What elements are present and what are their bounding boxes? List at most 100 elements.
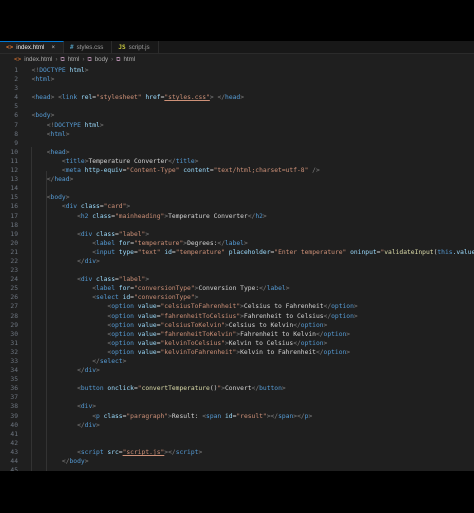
- tab-styles-css[interactable]: # styles.css: [64, 41, 113, 53]
- code-token: id: [221, 412, 233, 420]
- code-line[interactable]: 5: [0, 102, 474, 111]
- css-file-icon: #: [69, 43, 74, 51]
- code-line[interactable]: 33 </select>: [0, 357, 474, 366]
- line-content: [24, 466, 474, 471]
- code-token: Fahrenheit to Kelvin: [240, 330, 316, 338]
- line-number: 16: [10, 203, 18, 211]
- code-line[interactable]: 27 <option value="celsiusToFahrenheit">C…: [0, 302, 474, 311]
- code-token: option: [300, 339, 324, 347]
- code-line[interactable]: 26 <select id="conversionType">: [0, 293, 474, 302]
- code-line[interactable]: 36 <button onclick="convertTemperature()…: [0, 384, 474, 393]
- line-number: 44: [10, 458, 18, 466]
- code-line[interactable]: 21 <input type="text" id="temperature" p…: [0, 248, 474, 257]
- line-number: 14: [10, 185, 18, 193]
- line-number: 6: [14, 112, 18, 120]
- code-line[interactable]: 14: [0, 184, 474, 193]
- code-line[interactable]: 35: [0, 375, 474, 384]
- code-token: Temperature Converter: [88, 157, 169, 165]
- code-line[interactable]: 34 </div>: [0, 366, 474, 375]
- code-area[interactable]: 1 <!DOCTYPE html> 2 <html> 3 4 <head> <link…: [0, 66, 474, 471]
- code-line[interactable]: 13 </head>: [0, 175, 474, 184]
- line-number: 42: [10, 439, 18, 447]
- code-line[interactable]: 9: [0, 139, 474, 148]
- breadcrumb-item[interactable]: html: [123, 56, 135, 63]
- line-content: <input type="text" id="temperature" plac…: [24, 248, 474, 257]
- code-line[interactable]: 8 <html>: [0, 130, 474, 139]
- code-line[interactable]: 25 <label for="conversionType">Conversio…: [0, 284, 474, 293]
- code-token: head: [50, 148, 66, 156]
- line-content: <!DOCTYPE html>: [24, 66, 474, 75]
- code-line[interactable]: 20 <label for="temperature">Degrees:</la…: [0, 239, 474, 248]
- code-line[interactable]: 10 <head>: [0, 148, 474, 157]
- code-line[interactable]: 16 <div class="card">: [0, 202, 474, 211]
- code-line[interactable]: 40 </div>: [0, 421, 474, 430]
- code-line[interactable]: 42: [0, 439, 474, 448]
- code-line[interactable]: 15 <body>: [0, 193, 474, 202]
- code-line[interactable]: 30 <option value="fahrenheitToKelvin">Fa…: [0, 330, 474, 339]
- code-line[interactable]: 17 <h2 class="mainheading">Temperature C…: [0, 212, 474, 221]
- tab-script-js[interactable]: JS script.js: [112, 41, 159, 53]
- code-token: validateInput: [384, 248, 434, 256]
- code-token: oninput: [346, 248, 377, 256]
- code-line[interactable]: 39 <p class="paragraph">Result: <span id…: [0, 412, 474, 421]
- code-line[interactable]: 19 <div class="label">: [0, 230, 474, 239]
- code-token: DOCTYPE: [39, 67, 66, 74]
- code-token: >: [50, 76, 55, 84]
- code-line[interactable]: 23: [0, 266, 474, 275]
- code-line[interactable]: 38 <div>: [0, 402, 474, 411]
- code-line[interactable]: 3: [0, 84, 474, 93]
- code-line[interactable]: 41: [0, 430, 474, 439]
- code-line[interactable]: 43 <script src="script.js"></script>: [0, 448, 474, 457]
- chevron-right-icon: ›: [111, 56, 114, 63]
- code-token: value: [133, 312, 157, 320]
- breadcrumb-item[interactable]: index.html: [24, 56, 52, 63]
- code-line[interactable]: 31 <option value="kelvinToCelsius">Kelvi…: [0, 339, 474, 348]
- code-token: "kelvinToFahrenheit": [160, 348, 237, 356]
- code-token: Temperature Converter: [168, 212, 248, 220]
- code-line[interactable]: 24 <div class="label">: [0, 275, 474, 284]
- code-token: >: [353, 312, 358, 320]
- line-content: <select id="conversionType">: [24, 293, 474, 302]
- code-line[interactable]: 22 </div>: [0, 257, 474, 266]
- code-line[interactable]: 1 <!DOCTYPE html>: [0, 66, 474, 75]
- code-token: </: [297, 412, 305, 420]
- code-line[interactable]: 4 <head> <link rel="stylesheet" href="st…: [0, 93, 474, 102]
- code-token: input: [96, 248, 116, 256]
- code-token: "paragraph": [126, 412, 169, 420]
- code-line[interactable]: 2 <html>: [0, 75, 474, 84]
- tab-label: index.html: [16, 44, 45, 51]
- breadcrumb-item[interactable]: body: [95, 56, 108, 63]
- line-number: 24: [10, 276, 18, 284]
- code-line[interactable]: 37: [0, 393, 474, 402]
- close-icon[interactable]: ×: [51, 45, 55, 51]
- code-line[interactable]: 7 <!DOCTYPE html>: [0, 121, 474, 130]
- code-line[interactable]: 45: [0, 466, 474, 471]
- code-token: >: [262, 212, 267, 220]
- code-line[interactable]: 12 <meta http-equiv="Content-Type" conte…: [0, 166, 474, 175]
- line-number: 29: [10, 321, 18, 329]
- code-line[interactable]: 11 <title>Temperature Converter</title>: [0, 157, 474, 166]
- code-token: </: [270, 412, 279, 420]
- breadcrumb-item[interactable]: html: [68, 56, 80, 63]
- code-line[interactable]: 44 </body>: [0, 457, 474, 466]
- code-token: select: [99, 358, 123, 365]
- code-line[interactable]: 29 <option value="celsiusToKelvin">Celsi…: [0, 321, 474, 330]
- code-line[interactable]: 18: [0, 221, 474, 230]
- code-line[interactable]: 28 <option value="fahrenheitToCelsius">F…: [0, 312, 474, 321]
- code-token: option: [111, 339, 134, 347]
- code-token: >: [194, 157, 199, 165]
- code-token: body: [35, 112, 51, 120]
- code-line[interactable]: 32 <option value="kelvinToFahrenheit">Ke…: [0, 348, 474, 357]
- code-token: >: [96, 421, 100, 429]
- tab-index-html[interactable]: <> index.html ×: [0, 41, 64, 53]
- code-line[interactable]: 6 <body>: [0, 111, 474, 120]
